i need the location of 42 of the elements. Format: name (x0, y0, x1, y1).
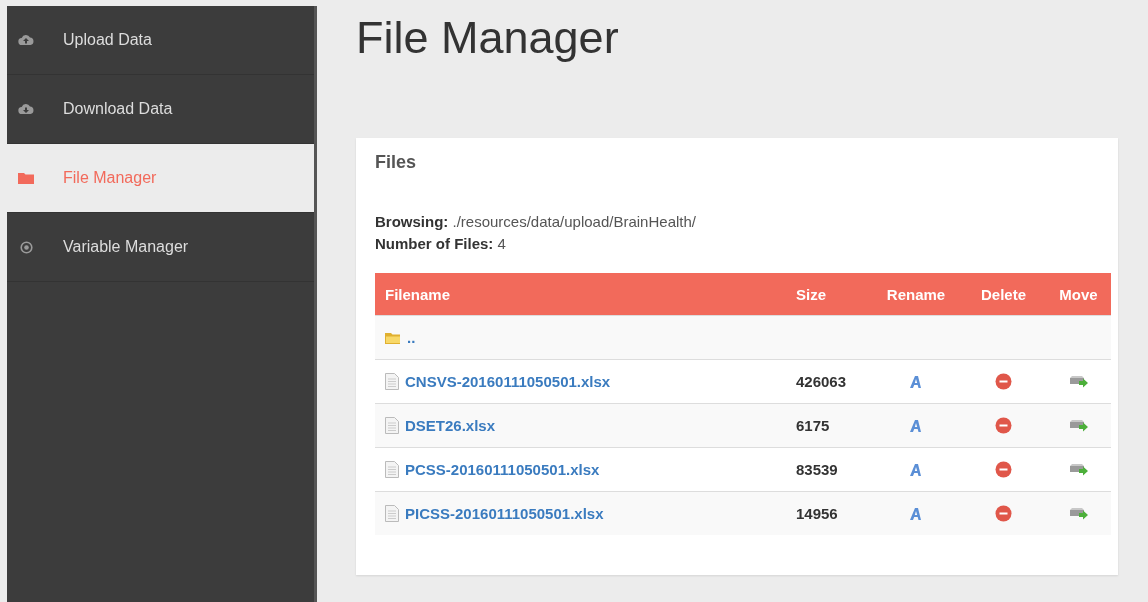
cloud-upload-icon (18, 34, 34, 46)
column-header: Move (1046, 273, 1111, 316)
sidebar-item[interactable]: Variable Manager (7, 213, 314, 282)
column-header: Delete (961, 273, 1046, 316)
file-link[interactable]: DSET26.xlsx (405, 417, 496, 434)
panel-title: Files (375, 152, 418, 173)
rename-icon[interactable] (909, 418, 923, 433)
file-link[interactable]: PCSS-20160111050501.xlsx (405, 461, 600, 478)
info-text: Number of Files: 4 (375, 235, 506, 252)
move-icon[interactable] (1068, 506, 1089, 521)
folder-icon (18, 172, 34, 184)
rename-icon[interactable] (909, 506, 923, 521)
folder-icon (385, 331, 401, 344)
target-icon (19, 240, 33, 254)
column-header: Rename (871, 273, 961, 316)
file-size: 83539 (796, 461, 838, 478)
cloud-download-icon (18, 103, 34, 115)
delete-icon[interactable] (995, 461, 1012, 478)
sidebar-item[interactable]: Upload Data (7, 6, 314, 75)
file-icon (385, 417, 399, 434)
file-link[interactable]: PICSS-20160111050501.xlsx (405, 505, 604, 522)
move-icon[interactable] (1068, 374, 1089, 389)
delete-icon[interactable] (995, 505, 1012, 522)
file-icon (385, 373, 399, 390)
sidebar-item[interactable]: File Manager (7, 144, 314, 213)
delete-icon[interactable] (995, 417, 1012, 434)
rename-icon[interactable] (909, 462, 923, 477)
file-size: 14956 (796, 505, 838, 522)
column-header: Filename (375, 273, 786, 316)
delete-icon[interactable] (995, 373, 1012, 390)
file-link[interactable]: CNSVS-20160111050501.xlsx (405, 373, 611, 390)
file-size: 426063 (796, 373, 847, 390)
info-text: Browsing: ./resources/data/upload/BrainHealth/ (375, 213, 696, 230)
rename-icon[interactable] (909, 374, 923, 389)
file-icon (385, 461, 399, 478)
move-icon[interactable] (1068, 462, 1089, 477)
move-icon[interactable] (1068, 418, 1089, 433)
file-size: 6175 (796, 417, 830, 434)
file-icon (385, 505, 399, 522)
column-header: Size (786, 273, 871, 316)
page-title: File Manager (356, 12, 620, 65)
parent-folder-link[interactable]: .. (407, 329, 416, 346)
